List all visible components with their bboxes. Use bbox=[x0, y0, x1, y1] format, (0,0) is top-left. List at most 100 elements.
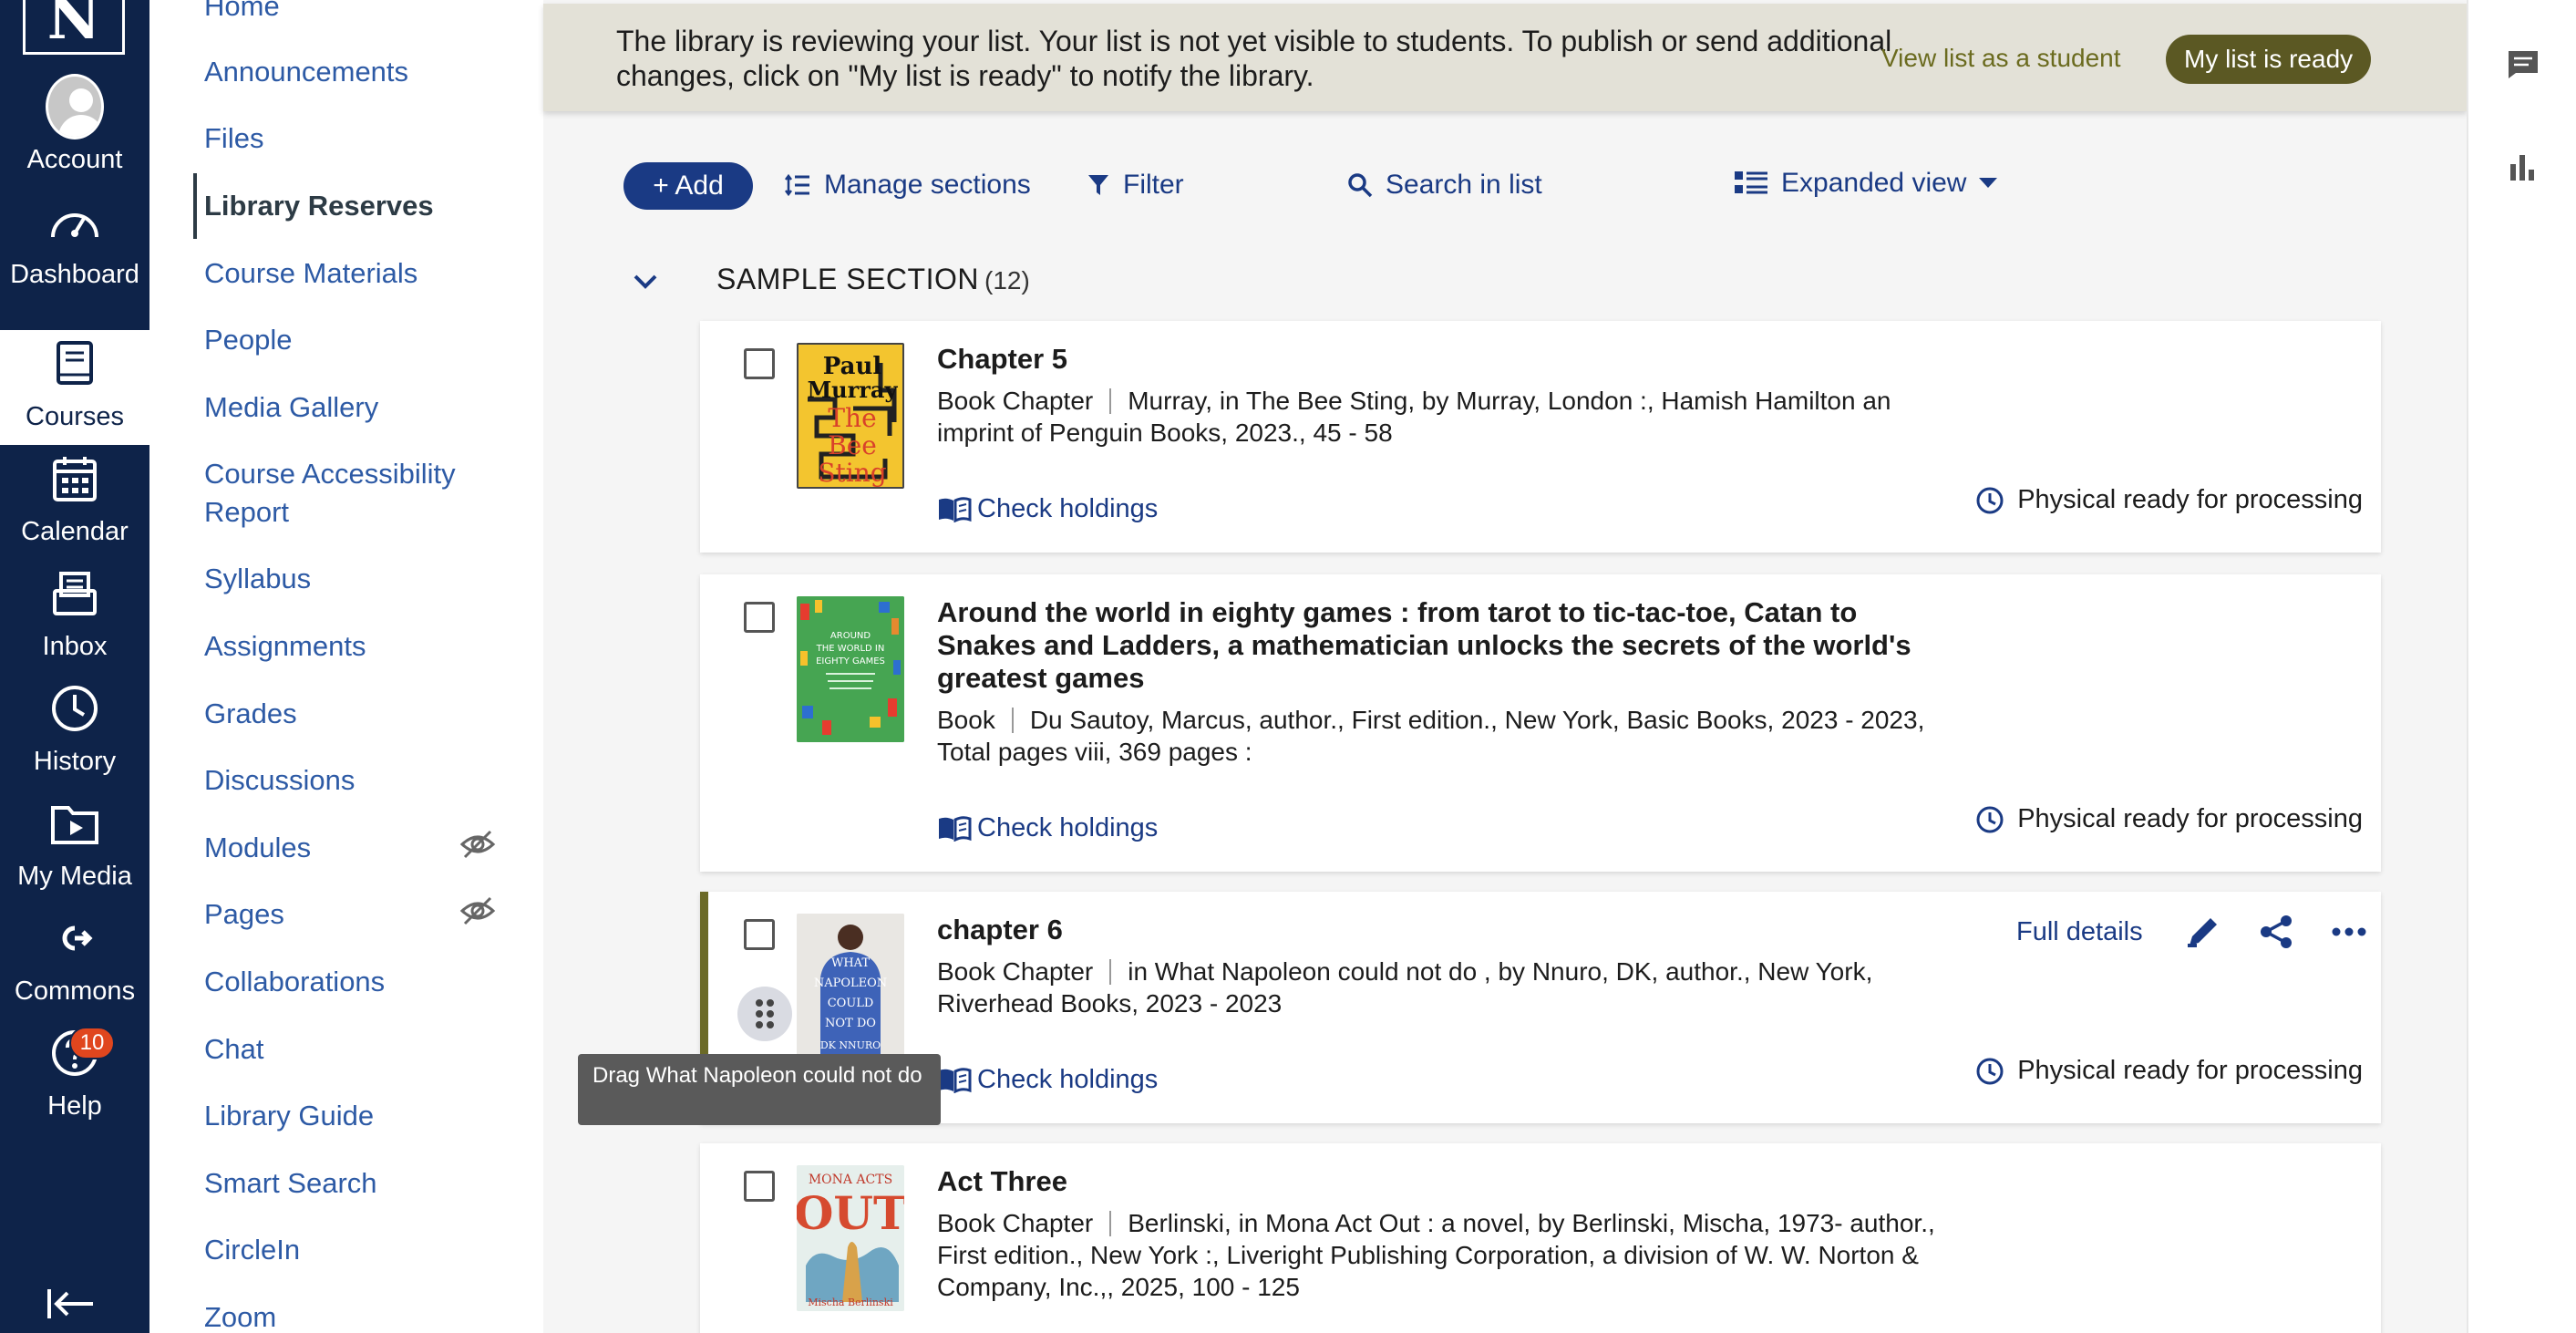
course-nav-grades[interactable]: Grades bbox=[204, 695, 297, 733]
global-nav-my-media[interactable]: My Media bbox=[0, 790, 149, 904]
global-nav-help[interactable]: 10 Help bbox=[0, 1019, 149, 1134]
drag-handle[interactable] bbox=[737, 987, 792, 1041]
global-nav-history[interactable]: History bbox=[0, 675, 149, 790]
view-mode-dropdown[interactable]: Expanded view bbox=[1734, 168, 1998, 199]
check-holdings-label: Check holdings bbox=[977, 1065, 1159, 1094]
review-banner-message: The library is reviewing your list. Your… bbox=[616, 25, 1892, 92]
edit-pencil-icon[interactable] bbox=[2183, 912, 2223, 952]
item-title[interactable]: Chapter 5 bbox=[937, 343, 1958, 376]
check-holdings-link[interactable]: Check holdings bbox=[937, 813, 1158, 843]
global-nav-account[interactable]: Account bbox=[0, 73, 149, 188]
filter-button[interactable]: Filter bbox=[1087, 170, 1184, 201]
course-nav-modules[interactable]: Modules bbox=[204, 829, 311, 867]
add-button[interactable]: + Add bbox=[623, 162, 753, 210]
course-nav-circlein[interactable]: CircleIn bbox=[204, 1231, 300, 1269]
institution-logo[interactable]: N bbox=[23, 0, 125, 55]
course-nav-pages[interactable]: Pages bbox=[204, 895, 284, 934]
hidden-eye-slash-icon bbox=[459, 893, 496, 929]
item-title[interactable]: Around the world in eighty games : from … bbox=[937, 596, 1958, 695]
section-collapse-toggle[interactable] bbox=[633, 259, 658, 305]
cover-text: Mischa Berlinski bbox=[808, 1297, 893, 1308]
course-nav: Home Announcements Files Library Reserve… bbox=[149, 0, 543, 1333]
course-nav-media-gallery[interactable]: Media Gallery bbox=[204, 388, 378, 427]
full-details-link[interactable]: Full details bbox=[2016, 917, 2143, 947]
check-holdings-link[interactable]: Check holdings bbox=[937, 1065, 1158, 1095]
check-holdings-label: Check holdings bbox=[977, 494, 1159, 523]
course-nav-active-indicator bbox=[193, 173, 197, 239]
course-nav-chat[interactable]: Chat bbox=[204, 1030, 263, 1069]
global-nav-courses[interactable]: Courses bbox=[0, 330, 149, 445]
global-nav-dashboard[interactable]: Dashboard bbox=[0, 188, 149, 303]
mona-acts-out-cover-art: MONA ACTS OUT Mischa Berlinski bbox=[797, 1165, 904, 1311]
course-nav-accessibility-report[interactable]: Course Accessibility Report bbox=[204, 455, 505, 532]
manage-sections-button[interactable]: Manage sections bbox=[784, 170, 1031, 201]
more-options-icon[interactable] bbox=[2329, 912, 2369, 952]
item-checkbox[interactable] bbox=[744, 602, 775, 633]
media-folder-icon bbox=[46, 794, 104, 852]
drag-tooltip: Drag What Napoleon could not do bbox=[578, 1054, 941, 1125]
open-book-icon bbox=[939, 815, 972, 842]
hidden-eye-slash-icon bbox=[459, 826, 496, 863]
course-nav-course-materials[interactable]: Course Materials bbox=[204, 254, 417, 293]
global-nav-label: Courses bbox=[26, 402, 124, 431]
item-checkbox[interactable] bbox=[744, 348, 775, 379]
course-nav-discussions[interactable]: Discussions bbox=[204, 761, 355, 800]
cover-text: OUT bbox=[797, 1186, 904, 1240]
open-book-icon bbox=[939, 496, 972, 522]
global-nav-label: Inbox bbox=[42, 632, 108, 661]
comments-icon[interactable] bbox=[2507, 49, 2540, 85]
cover-text: AROUND bbox=[830, 631, 871, 641]
book-cover-napoleon: WHAT NAPOLEON COULD NOT DO DK NNURO bbox=[797, 914, 904, 1059]
collapse-nav-icon[interactable] bbox=[46, 1286, 100, 1322]
bee-sting-cover-art: Paul Murray The Bee Sting bbox=[799, 345, 902, 487]
course-nav-library-reserves[interactable]: Library Reserves bbox=[204, 187, 434, 225]
course-nav-zoom[interactable]: Zoom bbox=[204, 1298, 276, 1333]
search-in-list-button[interactable]: Search in list bbox=[1347, 170, 1542, 201]
my-list-ready-button[interactable]: My list is ready bbox=[2166, 35, 2372, 84]
global-nav-calendar[interactable]: Calendar bbox=[0, 445, 149, 560]
item-type: Book bbox=[937, 706, 995, 734]
course-nav-people[interactable]: People bbox=[204, 321, 293, 359]
manage-sections-label: Manage sections bbox=[824, 170, 1031, 200]
list-item: MONA ACTS OUT Mischa Berlinski Act Three… bbox=[700, 1143, 2381, 1333]
view-as-student-link[interactable]: View list as a student bbox=[1881, 44, 2121, 73]
item-status-label: Physical ready for processing bbox=[2017, 485, 2363, 514]
item-title[interactable]: Act Three bbox=[937, 1165, 1958, 1198]
item-status: Physical ready for processing bbox=[1975, 804, 2363, 834]
list-toolbar: + Add Manage sections Filter Search in l… bbox=[623, 160, 2392, 212]
cover-text: EIGHTY GAMES bbox=[816, 656, 885, 666]
global-nav-inbox[interactable]: Inbox bbox=[0, 560, 149, 675]
course-nav-files[interactable]: Files bbox=[204, 119, 263, 158]
filter-label: Filter bbox=[1123, 170, 1184, 200]
cover-text: NOT DO bbox=[825, 1017, 876, 1030]
clock-icon bbox=[1976, 487, 2004, 513]
global-nav-commons[interactable]: Commons bbox=[0, 904, 149, 1019]
course-nav-home[interactable]: Home bbox=[204, 0, 280, 26]
item-type: Book Chapter bbox=[937, 957, 1094, 986]
course-nav-library-guide[interactable]: Library Guide bbox=[204, 1097, 374, 1135]
section-title: SAMPLE SECTION bbox=[716, 263, 979, 295]
course-nav-assignments[interactable]: Assignments bbox=[204, 627, 366, 666]
course-nav-syllabus[interactable]: Syllabus bbox=[204, 560, 311, 598]
share-icon[interactable] bbox=[2256, 912, 2296, 952]
course-nav-announcements[interactable]: Announcements bbox=[204, 53, 408, 91]
item-citation: Book Chapter Berlinski, in Mona Act Out :… bbox=[937, 1207, 1958, 1303]
item-title[interactable]: chapter 6 bbox=[937, 914, 1958, 946]
item-type: Book Chapter bbox=[937, 1209, 1094, 1237]
item-citation: Book Chapter in What Napoleon could not d… bbox=[937, 956, 1958, 1019]
course-nav-smart-search[interactable]: Smart Search bbox=[204, 1164, 377, 1203]
item-citation: Book Chapter Murray, in The Bee Sting, by… bbox=[937, 385, 1958, 449]
analytics-bar-chart-icon[interactable] bbox=[2509, 153, 2536, 185]
course-nav-collaborations[interactable]: Collaborations bbox=[204, 963, 385, 1001]
item-checkbox[interactable] bbox=[744, 1171, 775, 1202]
check-holdings-link[interactable]: Check holdings bbox=[937, 494, 1158, 524]
drag-dots-icon bbox=[756, 999, 774, 1028]
item-checkbox[interactable] bbox=[744, 919, 775, 950]
list-item: AROUND THE WORLD IN EIGHTY GAMES Around … bbox=[700, 574, 2381, 872]
right-rail bbox=[2467, 0, 2576, 1333]
global-nav-label: History bbox=[33, 747, 117, 776]
manage-sections-icon bbox=[785, 173, 809, 197]
reading-list-main: The library is reviewing your list. Your… bbox=[543, 0, 2467, 1333]
review-banner: The library is reviewing your list. Your… bbox=[543, 4, 2467, 111]
open-book-icon bbox=[939, 1067, 972, 1093]
